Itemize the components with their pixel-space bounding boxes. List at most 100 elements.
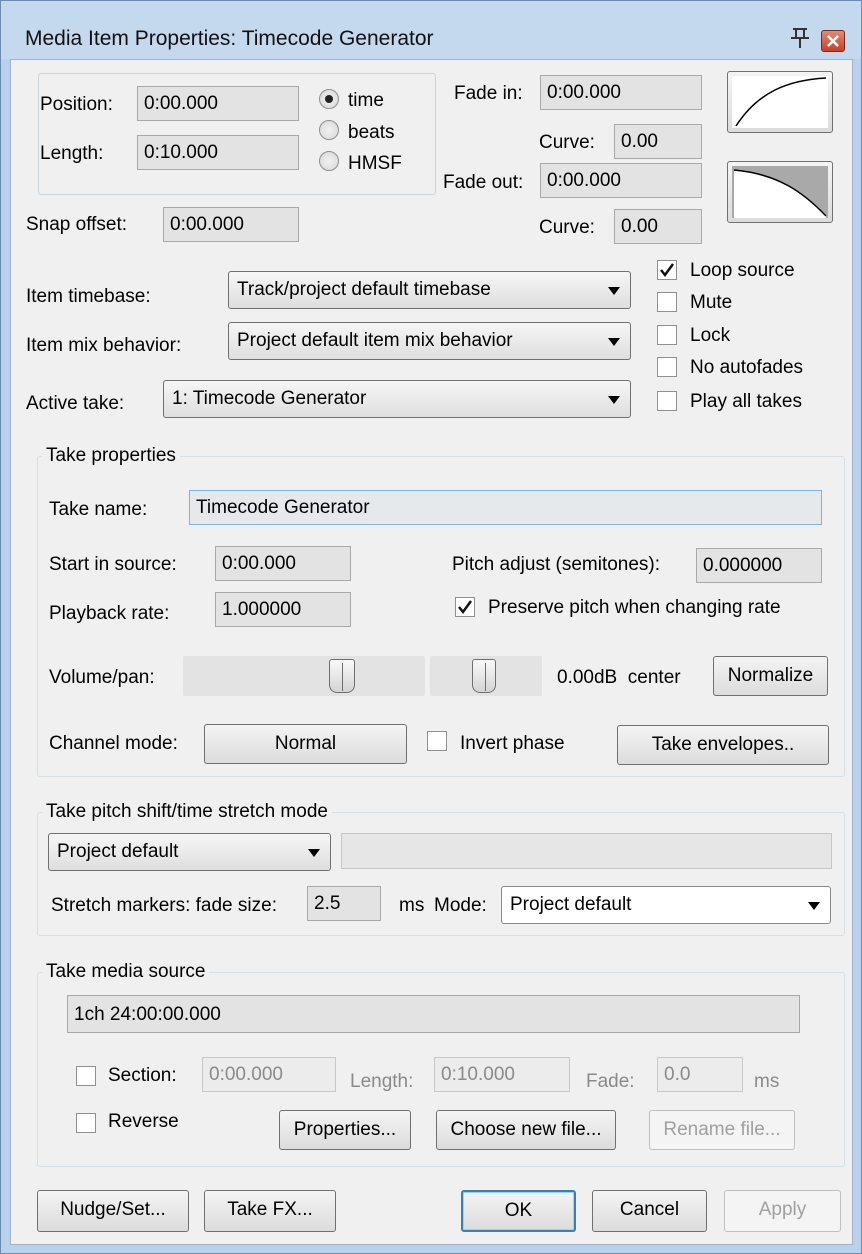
section-fade-unit: ms [754, 1071, 780, 1092]
media-source-title: Take media source [42, 961, 210, 983]
loop-source-checkbox[interactable] [657, 260, 677, 280]
pan-slider[interactable] [430, 656, 542, 696]
volume-slider[interactable] [183, 656, 425, 696]
play-all-takes-label[interactable]: Play all takes [690, 391, 802, 413]
title-bar[interactable]: Media Item Properties: Timecode Generato… [1, 1, 861, 59]
take-envelopes-button[interactable]: Take envelopes.. [617, 725, 829, 765]
pin-icon[interactable] [789, 25, 811, 49]
apply-button[interactable]: Apply [724, 1190, 841, 1232]
chevron-down-icon [608, 338, 620, 346]
section-field[interactable]: 0:00.000 [202, 1057, 336, 1092]
play-all-takes-checkbox[interactable] [657, 391, 677, 411]
rename-file-button[interactable]: Rename file... [649, 1110, 795, 1150]
take-name-field[interactable]: Timecode Generator [189, 490, 822, 525]
active-take-select[interactable]: 1: Timecode Generator [163, 380, 631, 418]
chevron-down-icon [608, 396, 620, 404]
preserve-pitch-checkbox[interactable] [455, 597, 475, 617]
radio-hmsf-label[interactable]: HMSF [348, 153, 402, 175]
curve-in-field[interactable]: 0.00 [614, 124, 702, 159]
ok-button[interactable]: OK [461, 1190, 576, 1232]
nudge-set-button[interactable]: Nudge/Set... [37, 1190, 189, 1232]
fade-in-shape-button[interactable] [727, 71, 833, 133]
take-properties-title: Take properties [42, 445, 180, 467]
stretch-fade-field[interactable]: 2.5 [307, 886, 381, 921]
check-icon [660, 263, 675, 278]
snap-offset-field[interactable]: 0:00.000 [163, 207, 299, 242]
fade-in-field[interactable]: 0:00.000 [540, 75, 702, 110]
stretch-mode-value: Project default [57, 841, 179, 862]
position-label: Position: [40, 94, 113, 115]
section-length-field[interactable]: 0:10.000 [434, 1057, 570, 1092]
radio-hmsf[interactable] [319, 151, 339, 171]
stretch-mode-title: Take pitch shift/time stretch mode [42, 801, 332, 823]
check-icon [458, 600, 473, 615]
window-title: Media Item Properties: Timecode Generato… [25, 27, 434, 50]
length-field[interactable]: 0:10.000 [137, 135, 299, 170]
item-mix-select[interactable]: Project default item mix behavior [228, 322, 631, 360]
take-fx-button[interactable]: Take FX... [204, 1190, 336, 1232]
stretch-submode-field[interactable] [341, 833, 832, 869]
chevron-down-icon [808, 902, 820, 910]
active-take-value: 1: Timecode Generator [172, 388, 367, 409]
position-field[interactable]: 0:00.000 [137, 86, 299, 121]
pitch-adjust-field[interactable]: 0.000000 [696, 548, 822, 583]
close-button[interactable] [821, 30, 845, 52]
reverse-label[interactable]: Reverse [108, 1111, 179, 1133]
playback-rate-label: Playback rate: [49, 603, 170, 624]
section-length-label: Length: [350, 1071, 414, 1092]
invert-phase-checkbox[interactable] [427, 731, 447, 751]
preserve-pitch-label[interactable]: Preserve pitch when changing rate [488, 597, 781, 619]
item-timebase-select[interactable]: Track/project default timebase [228, 271, 631, 309]
volume-pan-readout: 0.00dB center [557, 667, 681, 688]
item-timebase-label: Item timebase: [26, 286, 151, 307]
section-checkbox[interactable] [76, 1066, 96, 1086]
reverse-checkbox[interactable] [76, 1113, 96, 1133]
volume-slider-thumb[interactable] [329, 659, 355, 693]
start-in-source-field[interactable]: 0:00.000 [215, 546, 351, 581]
chevron-down-icon [308, 849, 320, 857]
section-fade-field[interactable]: 0.0 [657, 1057, 743, 1092]
stretch-fade-label: Stretch markers: fade size: [51, 895, 277, 916]
media-source-path: 1ch 24:00:00.000 [67, 995, 800, 1033]
cancel-button[interactable]: Cancel [592, 1190, 707, 1232]
invert-phase-label[interactable]: Invert phase [460, 733, 565, 755]
playback-rate-field[interactable]: 1.000000 [215, 592, 351, 627]
take-name-label: Take name: [49, 499, 148, 520]
lock-checkbox[interactable] [657, 325, 677, 345]
no-autofades-checkbox[interactable] [657, 357, 677, 377]
dialog-body: Position: 0:00.000 Length: 0:10.000 time… [10, 59, 853, 1245]
active-take-label: Active take: [26, 393, 125, 414]
curve-out-label: Curve: [539, 217, 595, 238]
loop-source-label[interactable]: Loop source [690, 260, 795, 282]
stretch-marker-mode-label: Mode: [434, 895, 487, 916]
mute-checkbox[interactable] [657, 292, 677, 312]
fade-out-field[interactable]: 0:00.000 [540, 163, 702, 198]
properties-button[interactable]: Properties... [279, 1110, 411, 1150]
section-label[interactable]: Section: [108, 1065, 177, 1087]
media-item-properties-window: Media Item Properties: Timecode Generato… [0, 0, 862, 1254]
radio-beats[interactable] [319, 120, 339, 140]
choose-new-file-button[interactable]: Choose new file... [436, 1110, 616, 1150]
curve-out-field[interactable]: 0.00 [614, 209, 702, 244]
item-timebase-value: Track/project default timebase [237, 279, 491, 300]
radio-time[interactable] [319, 89, 339, 109]
close-icon [827, 35, 839, 47]
section-fade-label: Fade: [586, 1071, 635, 1092]
channel-mode-button[interactable]: Normal [204, 724, 407, 764]
item-mix-label: Item mix behavior: [26, 335, 182, 356]
stretch-mode-select[interactable]: Project default [48, 833, 331, 871]
radio-beats-label[interactable]: beats [348, 122, 394, 144]
lock-label[interactable]: Lock [690, 325, 730, 347]
stretch-fade-unit: ms [399, 895, 425, 916]
pan-slider-thumb[interactable] [472, 659, 496, 693]
volume-pan-label: Volume/pan: [49, 667, 155, 688]
normalize-button[interactable]: Normalize [713, 656, 828, 696]
stretch-marker-mode-select[interactable]: Project default [501, 886, 831, 924]
radio-time-label[interactable]: time [348, 90, 384, 112]
fade-out-label: Fade out: [443, 172, 524, 193]
mute-label[interactable]: Mute [690, 292, 732, 314]
no-autofades-label[interactable]: No autofades [690, 357, 803, 379]
fade-in-label: Fade in: [454, 83, 523, 104]
fade-out-shape-button[interactable] [727, 161, 833, 223]
radio-selected-dot [325, 95, 333, 103]
